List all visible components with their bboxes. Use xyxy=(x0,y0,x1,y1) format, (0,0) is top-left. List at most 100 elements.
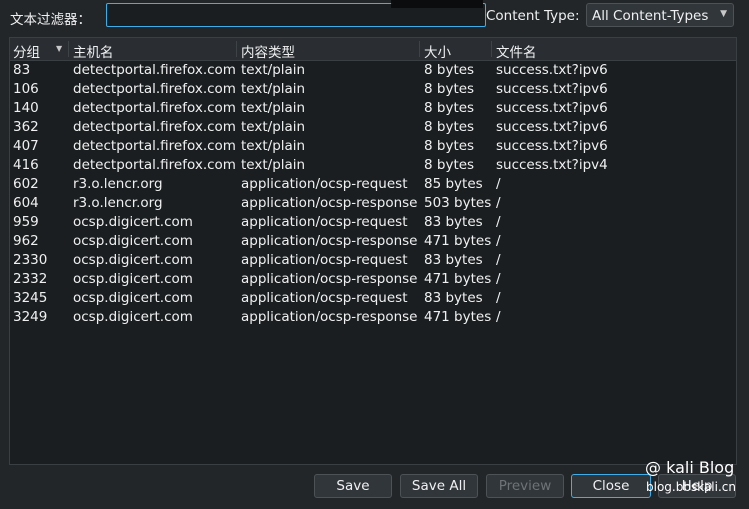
cell-packet: 959 xyxy=(13,214,39,230)
cell-filename: / xyxy=(496,271,501,287)
cell-hostname: ocsp.digicert.com xyxy=(73,214,193,230)
cell-packet: 2330 xyxy=(13,252,48,268)
cell-packet: 2332 xyxy=(13,271,48,287)
table-row[interactable]: 962 ocsp.digicert.com application/ocsp-res… xyxy=(10,232,736,251)
table-row[interactable]: 416 detectportal.firefox.com text/plain 8 b… xyxy=(10,156,736,175)
cell-size: 83 bytes xyxy=(424,252,483,268)
cell-content-type: application/ocsp-response xyxy=(241,233,418,249)
table-row[interactable]: 362 detectportal.firefox.com text/plain 8 b… xyxy=(10,118,736,137)
cell-hostname: detectportal.firefox.com xyxy=(73,138,236,154)
filter-toolbar: 文本过滤器： Content Type: All Content-Types ▼ xyxy=(0,0,749,33)
cell-size: 8 bytes xyxy=(424,119,475,135)
cell-content-type: application/ocsp-request xyxy=(241,214,408,230)
cell-filename: success.txt?ipv6 xyxy=(496,119,608,135)
cell-content-type: application/ocsp-request xyxy=(241,252,408,268)
cell-hostname: ocsp.digicert.com xyxy=(73,252,193,268)
cell-filename: / xyxy=(496,214,501,230)
table-row[interactable]: 407 detectportal.firefox.com text/plain 8 b… xyxy=(10,137,736,156)
cell-hostname: r3.o.lencr.org xyxy=(73,176,163,192)
column-header-content-type[interactable]: 内容类型 xyxy=(236,41,295,61)
objects-table: 分组 ▼ 主机名 内容类型 大小 文件名 83 detectportal.fire… xyxy=(9,37,737,465)
cell-hostname: ocsp.digicert.com xyxy=(73,309,193,325)
cell-hostname: ocsp.digicert.com xyxy=(73,290,193,306)
column-header-filename[interactable]: 文件名 xyxy=(491,41,537,61)
cell-size: 8 bytes xyxy=(424,138,475,154)
cell-packet: 602 xyxy=(13,176,39,192)
cell-size: 8 bytes xyxy=(424,157,475,173)
cell-size: 471 bytes xyxy=(424,309,492,325)
cell-size: 471 bytes xyxy=(424,233,492,249)
cell-content-type: application/ocsp-request xyxy=(241,176,408,192)
cell-size: 8 bytes xyxy=(424,62,475,78)
cell-packet: 106 xyxy=(13,81,39,97)
cell-packet: 3249 xyxy=(13,309,48,325)
column-header-size[interactable]: 大小 xyxy=(419,41,451,61)
table-row[interactable]: 3249 ocsp.digicert.com application/ocsp-re… xyxy=(10,308,736,327)
cell-packet: 83 xyxy=(13,62,31,78)
cell-hostname: detectportal.firefox.com xyxy=(73,81,236,97)
cell-filename: success.txt?ipv6 xyxy=(496,81,608,97)
cell-content-type: text/plain xyxy=(241,138,306,154)
close-button[interactable]: Close xyxy=(571,474,651,498)
cell-filename: / xyxy=(496,176,501,192)
table-row[interactable]: 106 detectportal.firefox.com text/plain 8 b… xyxy=(10,80,736,99)
content-type-value: All Content-Types xyxy=(592,8,709,24)
chevron-down-icon: ▼ xyxy=(720,9,727,19)
table-body: 83 detectportal.firefox.com text/plain 8 by… xyxy=(10,61,736,327)
cell-size: 83 bytes xyxy=(424,214,483,230)
cell-packet: 416 xyxy=(13,157,39,173)
filter-label: 文本过滤器： xyxy=(10,12,91,28)
cell-filename: / xyxy=(496,290,501,306)
preview-button[interactable]: Preview xyxy=(486,474,564,498)
cell-content-type: application/ocsp-response xyxy=(241,271,418,287)
cell-size: 471 bytes xyxy=(424,271,492,287)
table-row[interactable]: 2330 ocsp.digicert.com application/ocsp-re… xyxy=(10,251,736,270)
cell-content-type: text/plain xyxy=(241,81,306,97)
cell-packet: 362 xyxy=(13,119,39,135)
table-row[interactable]: 83 detectportal.firefox.com text/plain 8 by… xyxy=(10,61,736,80)
cell-size: 85 bytes xyxy=(424,176,483,192)
content-type-select[interactable]: All Content-Types ▼ xyxy=(586,3,734,27)
cell-hostname: detectportal.firefox.com xyxy=(73,62,236,78)
watermark-title: @ kali Blog xyxy=(645,458,735,477)
cell-filename: success.txt?ipv6 xyxy=(496,100,608,116)
cell-filename: success.txt?ipv6 xyxy=(496,138,608,154)
table-row[interactable]: 140 detectportal.firefox.com text/plain 8 b… xyxy=(10,99,736,118)
cell-filename: success.txt?ipv4 xyxy=(496,157,608,173)
cell-packet: 604 xyxy=(13,195,39,211)
cell-filename: / xyxy=(496,195,501,211)
cell-hostname: detectportal.firefox.com xyxy=(73,119,236,135)
cell-packet: 407 xyxy=(13,138,39,154)
cell-filename: / xyxy=(496,233,501,249)
cell-filename: / xyxy=(496,252,501,268)
table-row[interactable]: 3245 ocsp.digicert.com application/ocsp-re… xyxy=(10,289,736,308)
cell-content-type: text/plain xyxy=(241,100,306,116)
cell-content-type: application/ocsp-response xyxy=(241,195,418,211)
cell-content-type: application/ocsp-request xyxy=(241,290,408,306)
table-row[interactable]: 959 ocsp.digicert.com application/ocsp-req… xyxy=(10,213,736,232)
cell-size: 8 bytes xyxy=(424,100,475,116)
watermark-url: blog.bbskali.cn xyxy=(646,480,736,494)
table-header: 分组 ▼ 主机名 内容类型 大小 文件名 xyxy=(10,38,736,61)
save-all-button[interactable]: Save All xyxy=(400,474,478,498)
cell-content-type: text/plain xyxy=(241,119,306,135)
cell-size: 503 bytes xyxy=(424,195,492,211)
cell-size: 8 bytes xyxy=(424,81,475,97)
save-button[interactable]: Save xyxy=(314,474,392,498)
table-row[interactable]: 602 r3.o.lencr.org application/ocsp-reques… xyxy=(10,175,736,194)
overlay-strip xyxy=(391,0,483,8)
cell-content-type: text/plain xyxy=(241,62,306,78)
table-row[interactable]: 2332 ocsp.digicert.com application/ocsp-re… xyxy=(10,270,736,289)
cell-hostname: ocsp.digicert.com xyxy=(73,271,193,287)
cell-filename: / xyxy=(496,309,501,325)
cell-hostname: ocsp.digicert.com xyxy=(73,233,193,249)
cell-filename: success.txt?ipv6 xyxy=(496,62,608,78)
cell-packet: 140 xyxy=(13,100,39,116)
cell-hostname: detectportal.firefox.com xyxy=(73,157,236,173)
cell-packet: 962 xyxy=(13,233,39,249)
sort-down-icon: ▼ xyxy=(56,44,63,53)
cell-content-type: text/plain xyxy=(241,157,306,173)
column-header-hostname[interactable]: 主机名 xyxy=(68,41,114,61)
table-row[interactable]: 604 r3.o.lencr.org application/ocsp-respon… xyxy=(10,194,736,213)
cell-hostname: detectportal.firefox.com xyxy=(73,100,236,116)
